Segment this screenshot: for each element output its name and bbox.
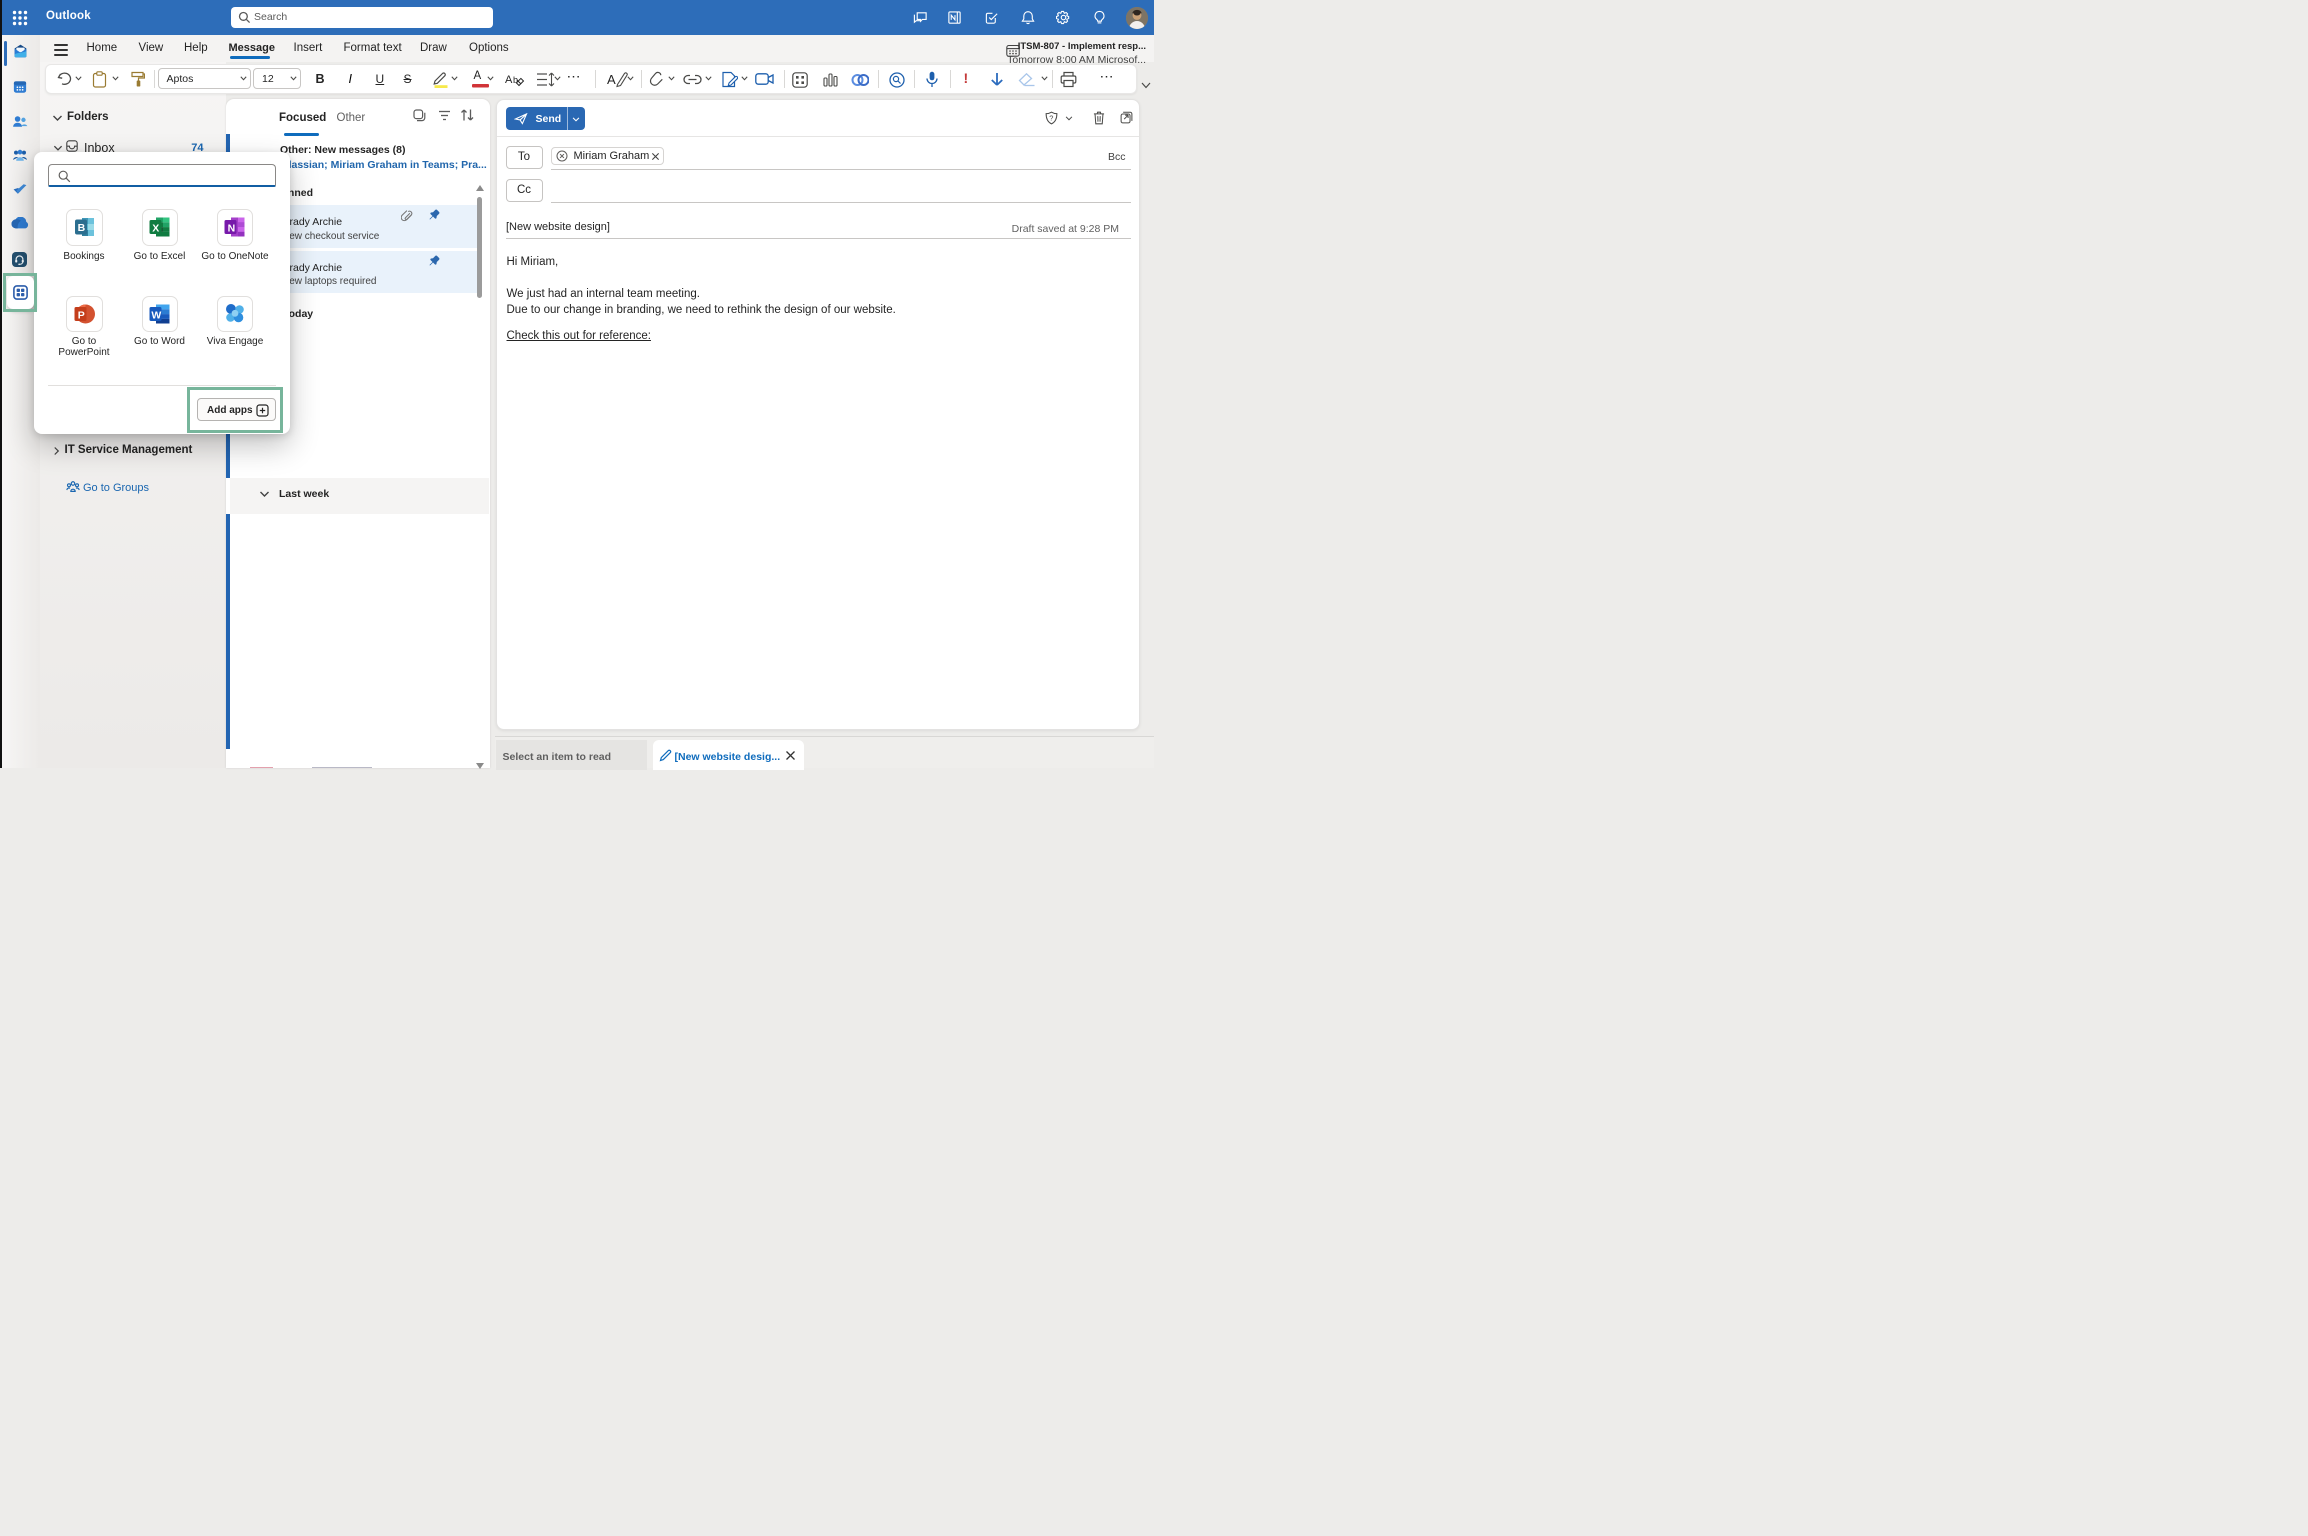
svg-text:N: N: [228, 223, 236, 235]
svg-text:?: ?: [1049, 113, 1053, 122]
svg-text:P: P: [78, 309, 85, 321]
svg-text:A: A: [505, 74, 513, 86]
svg-text:X: X: [152, 223, 159, 235]
svg-text:A: A: [607, 72, 616, 87]
svg-text:W: W: [152, 309, 162, 321]
svg-text:B: B: [77, 222, 85, 234]
